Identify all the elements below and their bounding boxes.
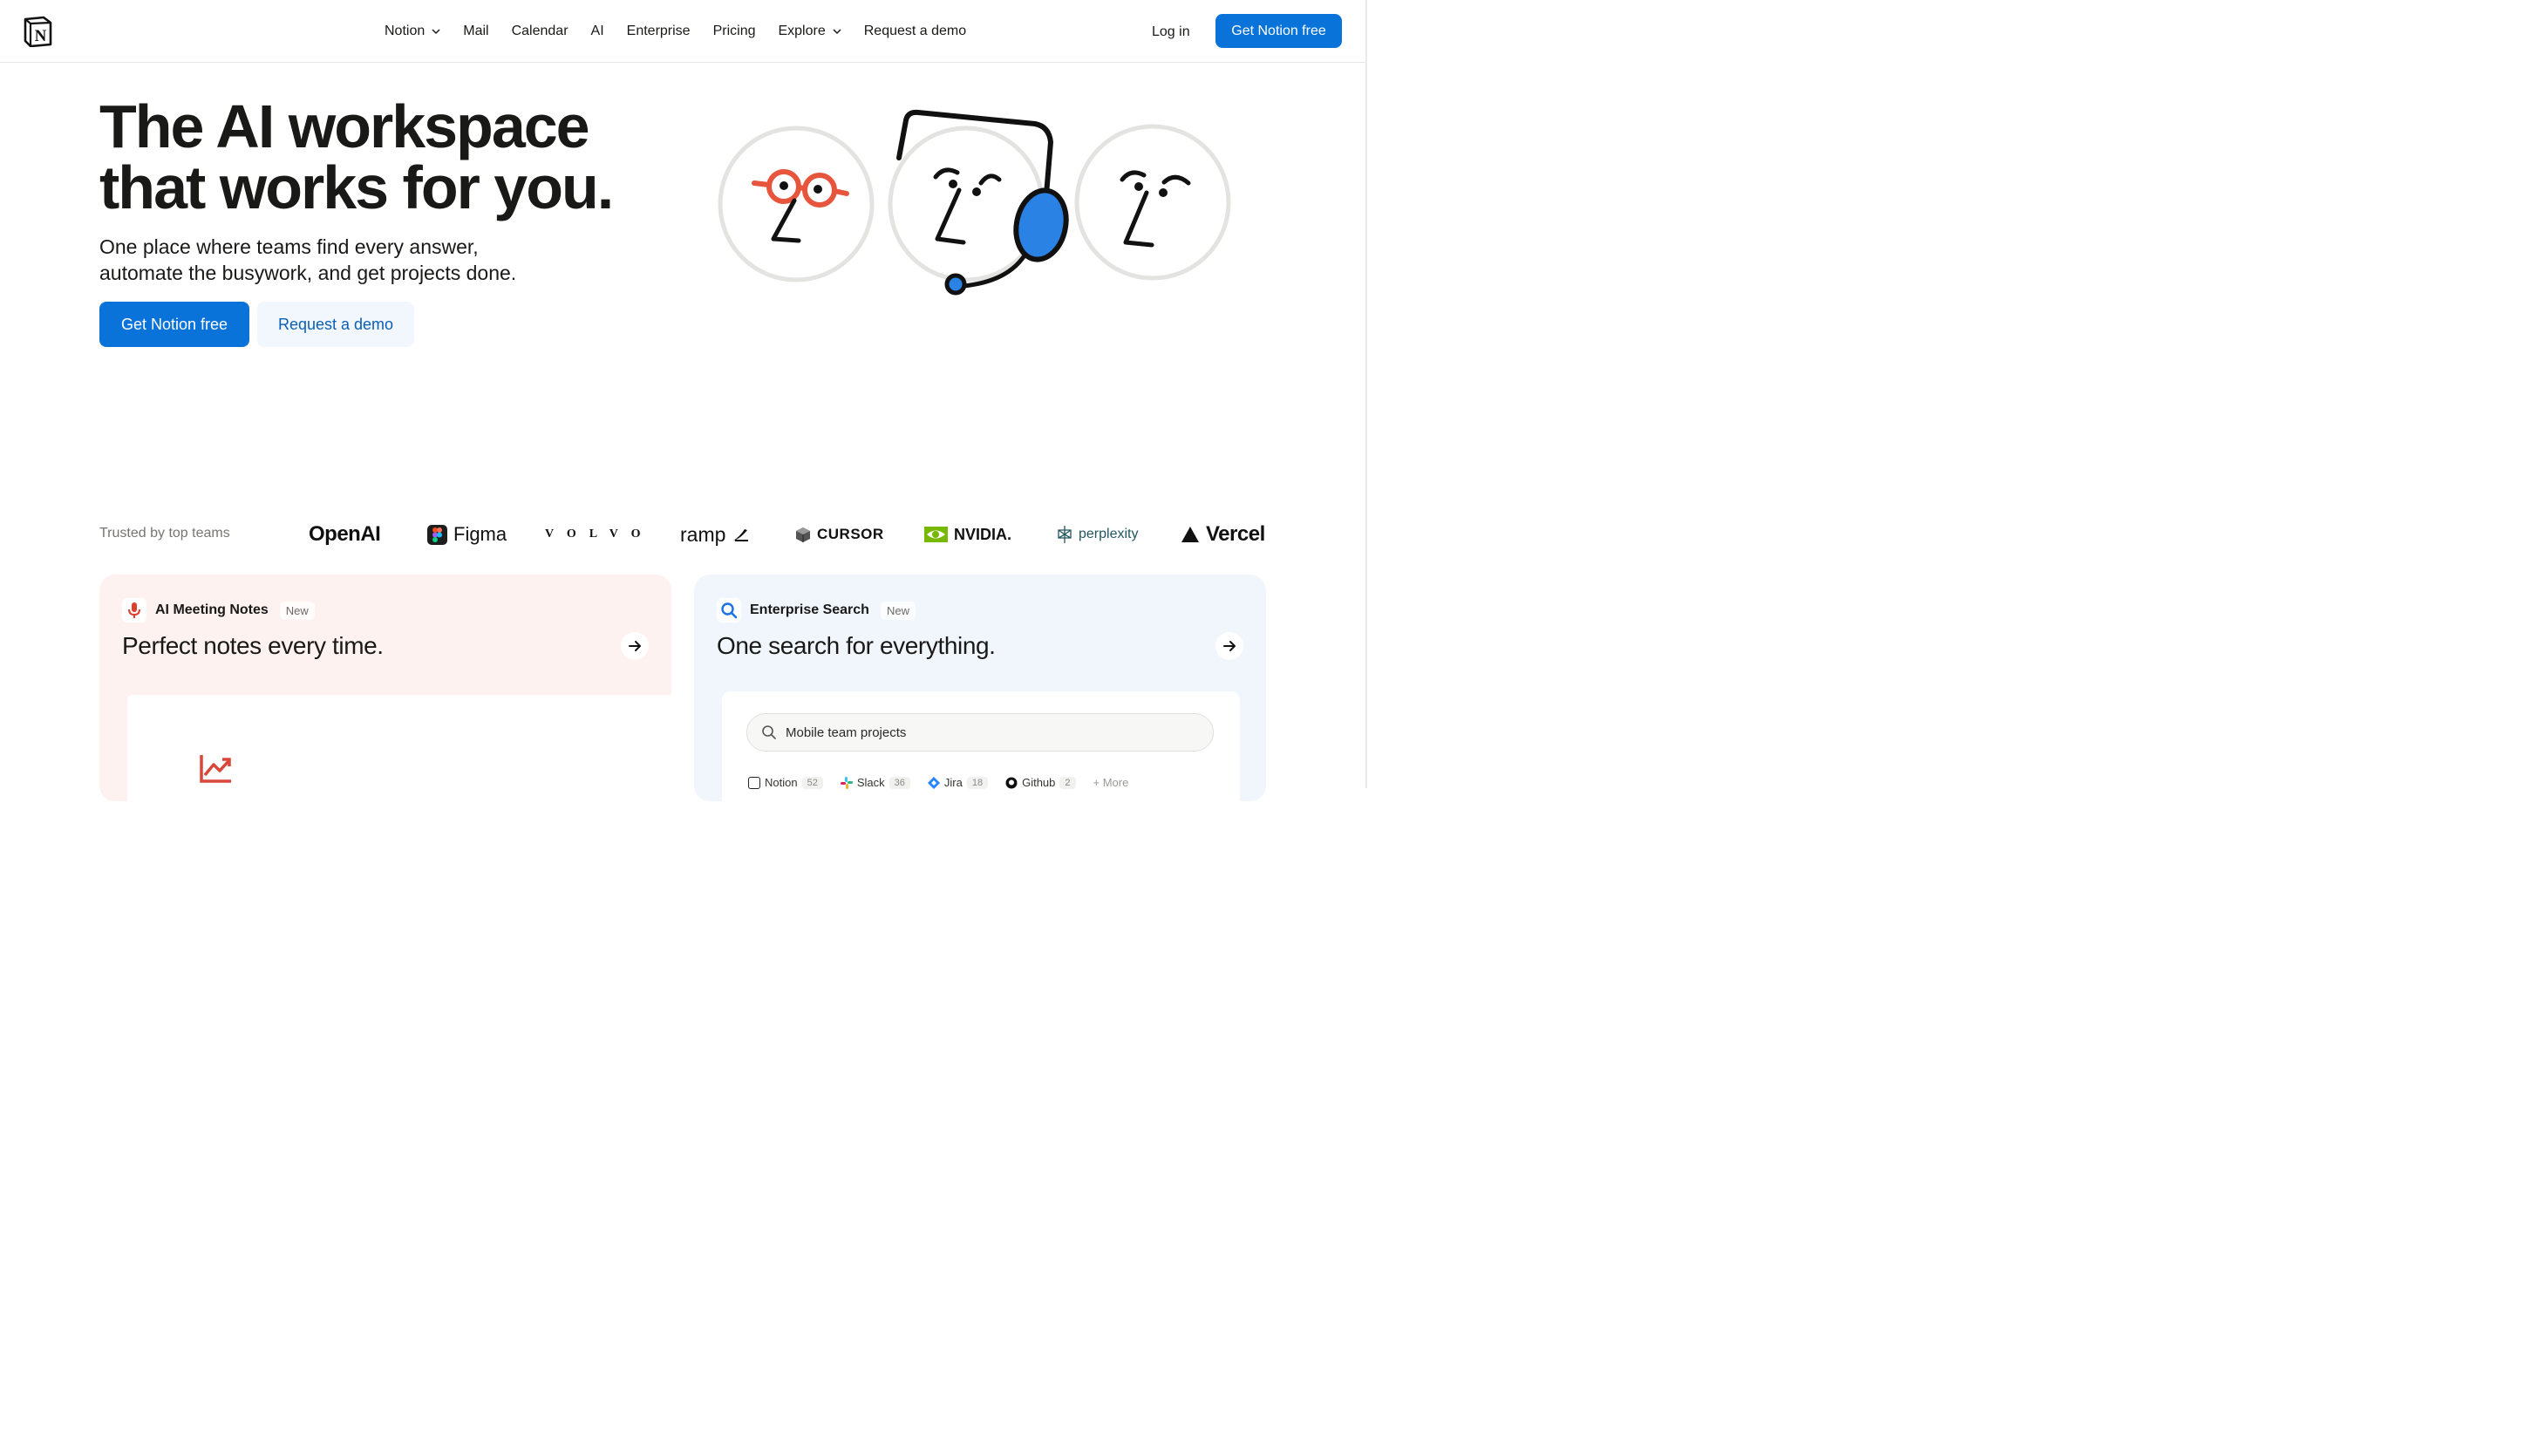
perplexity-icon — [1058, 526, 1072, 543]
source-count: 52 — [801, 776, 823, 789]
cursor-logo: CURSOR — [795, 516, 884, 553]
openai-logo: OpenAI — [309, 516, 381, 553]
face-plain-icon — [1074, 124, 1231, 281]
chevron-down-icon — [432, 29, 440, 35]
nav-link-label: Pricing — [712, 24, 756, 38]
notion-logo-icon[interactable]: N — [23, 16, 52, 47]
hero-faces-illustration — [718, 109, 1231, 296]
source-name: Slack — [856, 776, 885, 789]
trusted-by-label: Trusted by top teams — [99, 526, 230, 541]
nav-links: Notion Mail Calendar AI Enterprise Prici… — [373, 0, 977, 63]
hero-title: The AI workspace that works for you. — [99, 96, 710, 218]
brand-name: VOLVO — [545, 527, 654, 541]
card-heading: One search for everything. — [717, 632, 996, 659]
nav-link-explore[interactable]: Explore — [766, 17, 852, 46]
source-count: 36 — [889, 776, 910, 789]
more-sources-link[interactable]: + More — [1093, 776, 1129, 789]
search-sources: Notion 52 Slack 36 Jira 18 Github 2 + Mo… — [748, 776, 1128, 789]
search-icon — [717, 598, 741, 623]
card-tag: AI Meeting Notes New — [122, 598, 315, 623]
meeting-notes-preview-panel — [127, 695, 671, 801]
perplexity-logo: perplexity — [1057, 516, 1138, 553]
nav-link-label: AI — [590, 24, 604, 38]
search-input[interactable]: Mobile team projects — [746, 713, 1214, 752]
nav-link-label: Explore — [778, 24, 826, 38]
nav-link-ai[interactable]: AI — [580, 17, 616, 46]
source-slack[interactable]: Slack 36 — [840, 776, 910, 789]
figma-icon — [427, 524, 447, 545]
request-demo-hero-button[interactable]: Request a demo — [257, 302, 414, 347]
vercel-logo: Vercel — [1181, 516, 1265, 553]
new-badge: New — [279, 601, 315, 620]
brand-name: CURSOR — [817, 526, 884, 542]
card-tag: Enterprise Search New — [717, 598, 916, 623]
nvidia-logo: NVIDIA. — [924, 516, 1011, 553]
nav-link-request-demo[interactable]: Request a demo — [853, 17, 977, 46]
github-icon — [1005, 777, 1018, 788]
ai-meeting-notes-card[interactable]: AI Meeting Notes New Perfect notes every… — [99, 575, 671, 801]
enterprise-search-card[interactable]: Enterprise Search New One search for eve… — [694, 575, 1266, 801]
nav-link-calendar[interactable]: Calendar — [500, 17, 580, 46]
top-navbar: N Notion Mail Calendar AI Enterprise Pri… — [0, 0, 1367, 63]
new-badge: New — [880, 601, 916, 620]
nav-link-label: Calendar — [511, 24, 569, 38]
brand-name: perplexity — [1079, 527, 1139, 541]
card-tag-label: Enterprise Search — [750, 602, 869, 617]
jira-icon — [927, 776, 940, 789]
arrow-right-icon[interactable] — [1215, 632, 1243, 660]
source-jira[interactable]: Jira 18 — [927, 776, 989, 789]
get-notion-free-hero-button[interactable]: Get Notion free — [99, 302, 249, 347]
notion-icon — [748, 776, 760, 789]
nav-link-label: Mail — [463, 24, 489, 38]
arrow-right-icon[interactable] — [621, 632, 649, 660]
source-notion[interactable]: Notion 52 — [748, 776, 823, 789]
volvo-logo: VOLVO — [545, 516, 654, 553]
nvidia-eye-icon — [924, 527, 948, 542]
nav-link-label: Request a demo — [863, 24, 967, 38]
hero-subtitle: One place where teams find every answer,… — [99, 234, 640, 286]
brand-name: NVIDIA. — [954, 525, 1012, 543]
trending-up-chart-icon — [200, 755, 231, 783]
chevron-down-icon — [833, 29, 841, 35]
nav-link-label: Enterprise — [626, 24, 691, 38]
hero-title-line: that works for you. — [99, 153, 614, 221]
source-name: Github — [1022, 776, 1056, 789]
page-scrollbar[interactable] — [1365, 0, 1367, 788]
ramp-icon — [733, 529, 749, 541]
hero-title-line: The AI workspace — [99, 92, 590, 160]
brand-name: ramp — [680, 522, 726, 546]
nav-link-notion[interactable]: Notion — [373, 17, 452, 46]
get-notion-free-nav-button[interactable]: Get Notion free — [1215, 14, 1342, 48]
brand-name: OpenAI — [309, 522, 381, 546]
nav-link-pricing[interactable]: Pricing — [702, 17, 767, 46]
svg-text:N: N — [35, 27, 47, 45]
face-with-headset-icon — [888, 109, 1069, 296]
search-preview-panel: Mobile team projects Notion 52 Slack 36 … — [722, 691, 1240, 801]
customer-logos: OpenAI Figma VOLVO ramp CURSOR NVIDIA. p… — [296, 516, 1273, 553]
slack-icon — [840, 776, 853, 789]
source-name: Jira — [943, 776, 963, 789]
brand-name: Figma — [453, 523, 507, 545]
source-name: Notion — [765, 776, 798, 789]
vercel-triangle-icon — [1181, 527, 1199, 542]
brand-name: Vercel — [1206, 522, 1265, 546]
card-tag-label: AI Meeting Notes — [155, 602, 269, 617]
search-icon — [762, 725, 776, 739]
ramp-logo: ramp — [680, 516, 749, 553]
microphone-icon — [122, 598, 146, 623]
cursor-cube-icon — [796, 527, 810, 542]
figma-logo: Figma — [427, 516, 507, 553]
source-github[interactable]: Github 2 — [1005, 776, 1076, 789]
hero-subtitle-line: automate the busywork, and get projects … — [99, 262, 517, 284]
login-link[interactable]: Log in — [1140, 17, 1202, 47]
source-count: 2 — [1059, 776, 1076, 789]
face-with-glasses-icon — [718, 126, 875, 282]
card-heading: Perfect notes every time. — [122, 632, 384, 659]
search-input-value: Mobile team projects — [786, 725, 907, 740]
nav-link-enterprise[interactable]: Enterprise — [616, 17, 702, 46]
hero-subtitle-line: One place where teams find every answer, — [99, 235, 479, 258]
nav-link-mail[interactable]: Mail — [452, 17, 500, 46]
nav-link-label: Notion — [385, 24, 426, 38]
source-count: 18 — [966, 776, 989, 789]
